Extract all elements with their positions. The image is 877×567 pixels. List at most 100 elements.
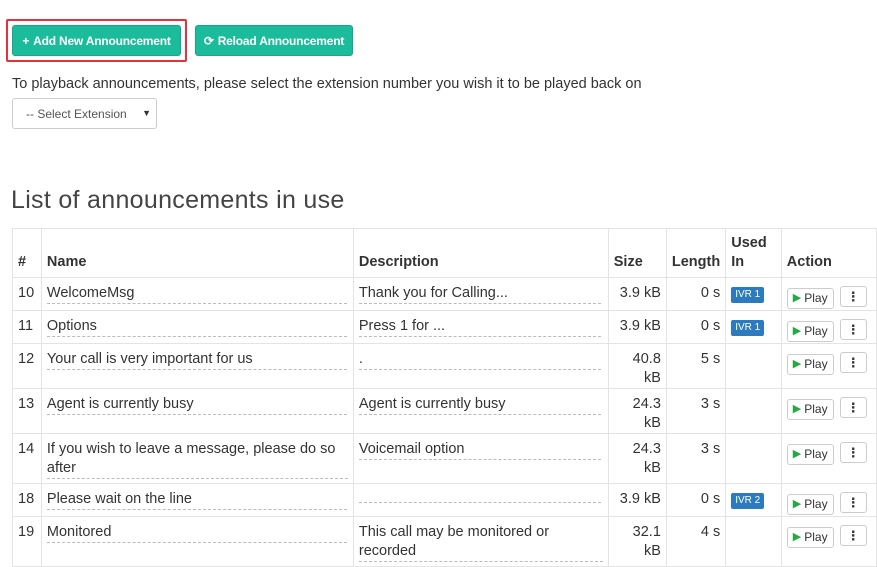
play-label: Play bbox=[804, 324, 828, 338]
table-row: 19 Monitored This call may be monitored or… bbox=[12, 516, 877, 567]
row-num: 11 bbox=[12, 310, 42, 344]
extension-select[interactable]: -- Select Extension ▼ bbox=[12, 98, 157, 129]
row-num: 14 bbox=[12, 433, 42, 484]
play-icon: ▶ bbox=[792, 498, 802, 510]
row-used-in: IVR 1 bbox=[725, 310, 782, 344]
row-size: 40.8 kB bbox=[607, 343, 667, 389]
vertical-ellipsis-icon: ⋮ bbox=[846, 355, 860, 370]
row-size: 32.1 kB bbox=[607, 516, 667, 567]
row-description-cell: Press 1 for ... bbox=[352, 310, 609, 344]
caret-down-icon: ▼ bbox=[142, 108, 151, 118]
add-announcement-label: Add New Announcement bbox=[33, 33, 171, 48]
table-row: 13 Agent is currently busy Agent is curren… bbox=[12, 388, 877, 434]
vertical-ellipsis-icon: ⋮ bbox=[846, 322, 860, 337]
row-name[interactable]: If you wish to leave a message, please d… bbox=[46, 440, 348, 479]
row-name[interactable]: Please wait on the line bbox=[46, 490, 347, 510]
row-size: 3.9 kB bbox=[607, 277, 667, 311]
row-length: 3 s bbox=[665, 388, 727, 434]
row-description-cell: . bbox=[352, 343, 609, 389]
row-description[interactable]: This call may be monitored or recorded bbox=[358, 523, 603, 562]
row-description[interactable]: Thank you for Calling... bbox=[358, 284, 601, 304]
row-name[interactable]: Monitored bbox=[46, 523, 347, 543]
row-size: 3.9 kB bbox=[607, 483, 667, 517]
more-options-button[interactable]: ⋮ bbox=[839, 319, 867, 340]
row-name[interactable]: Your call is very important for us bbox=[46, 350, 347, 370]
play-button[interactable]: ▶ Play bbox=[786, 444, 834, 465]
vertical-ellipsis-icon: ⋮ bbox=[846, 400, 860, 415]
table-header-row: # Name Description Size Length Used In Ac… bbox=[12, 228, 877, 278]
row-actions: ▶ Play ⋮ bbox=[780, 483, 877, 517]
row-description[interactable]: Press 1 for ... bbox=[358, 317, 601, 337]
row-actions: ▶ Play ⋮ bbox=[780, 343, 877, 389]
more-options-button[interactable]: ⋮ bbox=[839, 442, 867, 463]
row-length: 5 s bbox=[665, 343, 727, 389]
play-icon: ▶ bbox=[792, 292, 802, 304]
reload-announcement-label: Reload Announcement bbox=[217, 33, 345, 48]
play-icon: ▶ bbox=[792, 403, 802, 415]
row-actions: ▶ Play ⋮ bbox=[780, 388, 877, 434]
row-description-cell: Voicemail option bbox=[352, 433, 609, 484]
row-name-cell: Your call is very important for us bbox=[40, 343, 354, 389]
row-description-cell: Thank you for Calling... bbox=[352, 277, 609, 311]
row-name-cell: Options bbox=[40, 310, 354, 344]
more-options-button[interactable]: ⋮ bbox=[839, 286, 867, 307]
play-label: Play bbox=[804, 357, 828, 371]
used-in-badge[interactable]: IVR 1 bbox=[731, 320, 765, 336]
row-length: 0 s bbox=[665, 310, 727, 344]
row-name-cell: Monitored bbox=[40, 516, 354, 567]
table-row: 18 Please wait on the line 3.9 kB 0 s IVR 2 ▶… bbox=[12, 483, 877, 517]
more-options-button[interactable]: ⋮ bbox=[839, 525, 867, 546]
row-length: 0 s bbox=[665, 483, 727, 517]
row-used-in: IVR 1 bbox=[725, 277, 782, 311]
table-row: 10 WelcomeMsg Thank you for Calling... 3.9 … bbox=[12, 277, 877, 311]
header-size: Size bbox=[607, 228, 667, 278]
row-size: 3.9 kB bbox=[607, 310, 667, 344]
table-row: 11 Options Press 1 for ... 3.9 kB 0 s IVR 1 ▶ P… bbox=[12, 310, 877, 344]
row-used-in bbox=[725, 516, 782, 567]
play-label: Play bbox=[804, 447, 828, 461]
play-button[interactable]: ▶ Play bbox=[786, 288, 834, 309]
row-actions: ▶ Play ⋮ bbox=[780, 277, 877, 311]
header-description: Description bbox=[352, 228, 609, 278]
more-options-button[interactable]: ⋮ bbox=[839, 397, 867, 418]
play-button[interactable]: ▶ Play bbox=[786, 354, 834, 375]
play-button[interactable]: ▶ Play bbox=[786, 494, 834, 515]
table-row: 14 If you wish to leave a message, please… bbox=[12, 433, 877, 484]
row-size: 24.3 kB bbox=[607, 388, 667, 434]
more-options-button[interactable]: ⋮ bbox=[839, 352, 867, 373]
row-name[interactable]: Options bbox=[46, 317, 347, 337]
row-name[interactable]: WelcomeMsg bbox=[46, 284, 347, 304]
play-icon: ▶ bbox=[792, 358, 802, 370]
reload-announcement-button[interactable]: ⟳ Reload Announcement bbox=[195, 25, 353, 56]
row-size: 24.3 kB bbox=[607, 433, 667, 484]
row-name-cell: Agent is currently busy bbox=[40, 388, 354, 434]
refresh-icon: ⟳ bbox=[203, 33, 214, 48]
extension-select-value: -- Select Extension bbox=[26, 106, 127, 121]
row-used-in bbox=[725, 343, 782, 389]
announcements-table: # Name Description Size Length Used In Ac… bbox=[12, 228, 877, 567]
row-actions: ▶ Play ⋮ bbox=[780, 516, 877, 567]
row-name-cell: Please wait on the line bbox=[40, 483, 354, 517]
row-name[interactable]: Agent is currently busy bbox=[46, 395, 347, 415]
used-in-badge[interactable]: IVR 1 bbox=[731, 287, 765, 303]
more-options-button[interactable]: ⋮ bbox=[839, 492, 867, 513]
header-used-in: Used In bbox=[725, 228, 782, 278]
play-button[interactable]: ▶ Play bbox=[786, 527, 834, 548]
play-label: Play bbox=[804, 402, 828, 416]
header-length: Length bbox=[665, 228, 727, 278]
add-announcement-button[interactable]: + Add New Announcement bbox=[12, 25, 181, 56]
row-length: 0 s bbox=[665, 277, 727, 311]
row-name-cell: WelcomeMsg bbox=[40, 277, 354, 311]
row-actions: ▶ Play ⋮ bbox=[780, 310, 877, 344]
used-in-badge[interactable]: IVR 2 bbox=[731, 493, 765, 509]
row-description-cell: This call may be monitored or recorded bbox=[352, 516, 609, 567]
playback-hint: To playback announcements, please select… bbox=[12, 76, 642, 92]
play-button[interactable]: ▶ Play bbox=[786, 321, 834, 342]
row-num: 13 bbox=[12, 388, 42, 434]
row-description[interactable]: . bbox=[358, 350, 601, 370]
vertical-ellipsis-icon: ⋮ bbox=[846, 289, 860, 304]
row-description[interactable]: Voicemail option bbox=[358, 440, 601, 460]
row-description[interactable]: Agent is currently busy bbox=[358, 395, 601, 415]
row-description[interactable] bbox=[358, 502, 601, 503]
play-button[interactable]: ▶ Play bbox=[786, 399, 834, 420]
